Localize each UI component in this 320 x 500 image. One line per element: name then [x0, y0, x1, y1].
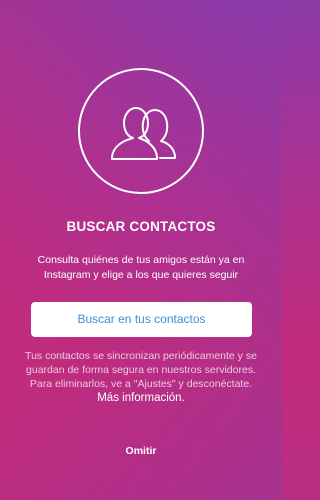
page-title: BUSCAR CONTACTOS [66, 219, 216, 234]
contacts-screen: BUSCAR CONTACTOS Consulta quiénes de tus… [0, 0, 282, 500]
people-icon [78, 68, 204, 194]
skip-button[interactable]: Omitir [0, 445, 282, 457]
more-info-link[interactable]: Más información. [97, 392, 185, 404]
sync-note-text: Tus contactos se sincronizan periódicame… [25, 350, 257, 390]
description-text: Consulta quiénes de tus amigos están ya … [37, 254, 245, 281]
sync-note: Tus contactos se sincronizan periódicame… [22, 349, 260, 405]
find-contacts-button[interactable]: Buscar en tus contactos [31, 302, 252, 337]
